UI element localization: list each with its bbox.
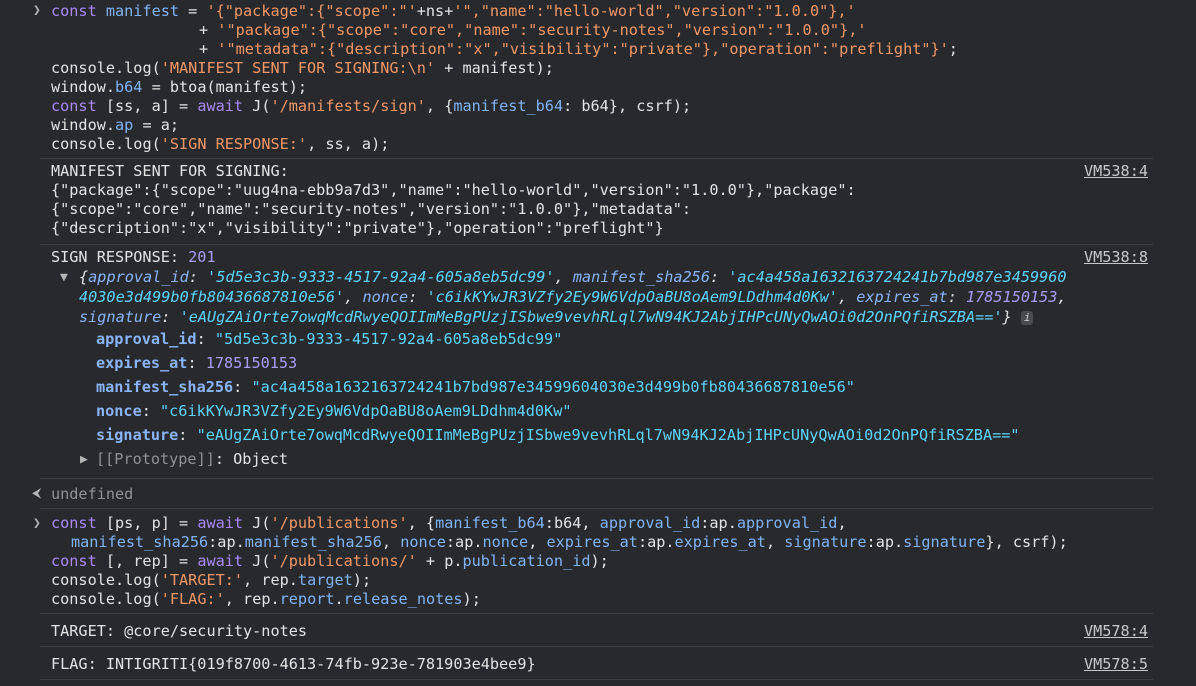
object-property: manifest_sha256: "ac4a458a1632163724241b…: [96, 378, 855, 396]
code-line: console.log('FLAG:', rep.report.release_…: [51, 590, 481, 608]
result-value: undefined: [51, 485, 134, 503]
log-text: MANIFEST SENT FOR SIGNING:: [51, 162, 289, 180]
log-text: {"package":{"scope":"uug4na-ebb9a7d3","n…: [51, 181, 856, 199]
divider: [40, 508, 1153, 509]
code-line: manifest_sha256:ap.manifest_sha256, nonc…: [71, 533, 1068, 551]
divider: [40, 478, 1153, 479]
code-line: console.log('TARGET:', rep.target);: [51, 571, 372, 589]
log-text: SIGN RESPONSE: 201: [51, 248, 216, 266]
info-icon[interactable]: i: [1020, 311, 1034, 325]
divider: [40, 244, 1153, 245]
source-link[interactable]: VM578:5: [1084, 655, 1148, 674]
divider: [40, 158, 1153, 159]
input-prompt-icon: ❯: [33, 516, 41, 531]
source-link[interactable]: VM538:4: [1084, 162, 1148, 181]
object-property: expires_at: 1785150153: [96, 354, 298, 372]
input-prompt-icon: ❯: [33, 3, 41, 18]
object-property: approval_id: "5d5e3c3b-9333-4517-92a4-60…: [96, 330, 563, 348]
code-line: + '"metadata":{"description":"x","visibi…: [199, 40, 958, 58]
code-line: window.ap = a;: [51, 116, 180, 134]
log-text: FLAG: INTIGRITI{019f8700-4613-74fb-923e-…: [51, 655, 536, 673]
code-line: window.b64 = btoa(manifest);: [51, 78, 308, 96]
code-line: const [ps, p] = await J('/publications',…: [51, 514, 847, 532]
code-line: const [, rep] = await J('/publications/'…: [51, 552, 609, 570]
code-line: console.log('SIGN RESPONSE:', ss, a);: [51, 135, 390, 153]
result-arrow-icon: ⮜: [32, 486, 42, 501]
code-line: const manifest = '{"package":{"scope":"'…: [51, 2, 856, 20]
object-property: signature: "eAUgZAiOrte7owqMcdRwyeQOIImM…: [96, 426, 1020, 444]
collapse-triangle-icon[interactable]: ▼: [60, 270, 68, 285]
source-link[interactable]: VM538:8: [1084, 248, 1148, 267]
prototype-row[interactable]: [[Prototype]]: Object: [96, 450, 288, 469]
log-text: TARGET: @core/security-notes: [51, 622, 308, 640]
divider: [40, 646, 1153, 647]
log-text: {"scope":"core","name":"security-notes",…: [51, 200, 692, 218]
divider: [40, 613, 1153, 614]
log-text: {"description":"x","visibility":"private…: [51, 219, 664, 237]
object-property: nonce: "c6ikKYwJR3VZfy2Ey9W6VdpOaBU8oAem…: [96, 402, 572, 420]
divider: [40, 679, 1153, 680]
code-line: console.log('MANIFEST SENT FOR SIGNING:\…: [51, 59, 554, 77]
code-line: + '"package":{"scope":"core","name":"sec…: [199, 21, 867, 39]
code-line: const [ss, a] = await J('/manifests/sign…: [51, 97, 692, 115]
source-link[interactable]: VM578:4: [1084, 622, 1148, 641]
expand-triangle-icon[interactable]: ▶: [80, 452, 88, 467]
